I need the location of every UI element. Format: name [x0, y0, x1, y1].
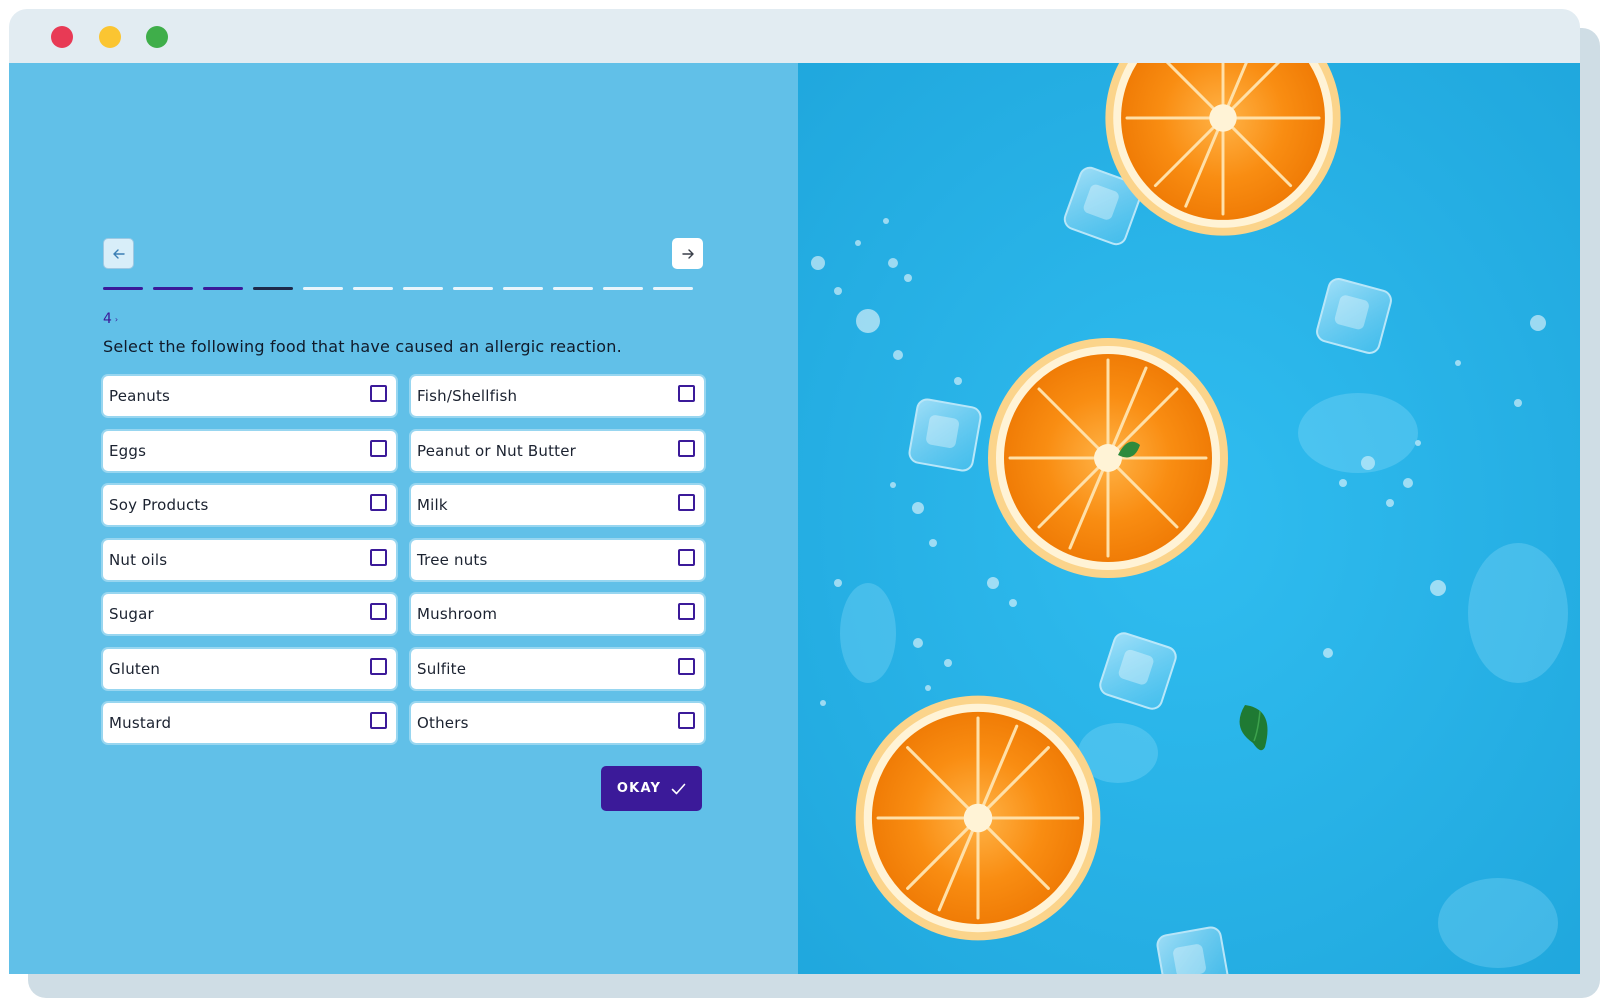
oranges-on-blue-photo	[798, 63, 1580, 974]
browser-window: 4 › Select the following food that have c…	[9, 9, 1580, 974]
option-gluten[interactable]: Gluten	[103, 648, 396, 689]
option-peanut-or-nut-butter[interactable]: Peanut or Nut Butter	[411, 430, 704, 471]
checkbox-icon[interactable]	[370, 657, 387, 675]
option-label: Fish/Shellfish	[417, 387, 518, 405]
checkbox-icon[interactable]	[678, 657, 695, 675]
option-label: Peanuts	[109, 387, 171, 405]
hero-image-panel	[798, 63, 1580, 974]
okay-button[interactable]: OKAY	[601, 766, 702, 811]
option-label: Peanut or Nut Butter	[417, 441, 577, 460]
option-sulfite[interactable]: Sulfite	[411, 648, 704, 689]
checkbox-icon[interactable]	[678, 712, 695, 729]
option-tree-nuts[interactable]: Tree nuts	[411, 539, 704, 580]
option-label: Others	[417, 714, 469, 732]
question-text: Select the following food that have caus…	[103, 337, 622, 356]
option-nut-oils[interactable]: Nut oils	[103, 539, 396, 580]
progress-segment	[353, 287, 393, 290]
previous-question-button[interactable]	[103, 238, 134, 269]
option-others[interactable]: Others	[411, 703, 704, 743]
progress-segment	[503, 287, 543, 290]
progress-segment	[303, 287, 343, 290]
checkbox-icon[interactable]	[370, 603, 387, 620]
option-milk[interactable]: Milk	[411, 485, 704, 525]
checkbox-icon[interactable]	[370, 385, 387, 402]
question-number: 4 ›	[103, 311, 119, 327]
checkbox-icon[interactable]	[370, 548, 387, 566]
option-mustard[interactable]: Mustard	[103, 703, 396, 743]
maximize-window-button[interactable]	[146, 26, 168, 48]
checkbox-icon[interactable]	[370, 494, 387, 511]
checkbox-icon[interactable]	[678, 385, 695, 402]
next-question-button[interactable]	[672, 238, 703, 269]
progress-segment	[153, 287, 193, 290]
checkmark-icon	[671, 783, 686, 794]
option-label: Sulfite	[417, 659, 467, 678]
option-label: Sugar	[109, 605, 154, 623]
checkbox-icon[interactable]	[678, 439, 695, 457]
option-label: Milk	[417, 496, 448, 514]
option-label: Tree nuts	[417, 550, 488, 569]
option-label: Nut oils	[109, 550, 168, 569]
progress-segment	[453, 287, 493, 290]
progress-bar	[103, 287, 703, 291]
progress-segment	[103, 287, 143, 290]
form-panel: 4 › Select the following food that have c…	[9, 63, 798, 974]
title-bar	[9, 9, 1580, 63]
minimize-window-button[interactable]	[99, 26, 121, 48]
okay-button-label: OKAY	[616, 781, 662, 796]
ice-cube	[906, 396, 984, 474]
progress-segment	[553, 287, 593, 290]
progress-segment	[253, 287, 293, 290]
progress-segment	[203, 287, 243, 290]
checkbox-icon[interactable]	[370, 712, 387, 729]
option-eggs[interactable]: Eggs	[103, 430, 396, 471]
option-label: Gluten	[109, 659, 161, 678]
page-content: 4 › Select the following food that have c…	[9, 63, 1580, 974]
checkbox-icon[interactable]	[678, 603, 695, 620]
progress-segment	[603, 287, 643, 290]
progress-segment	[653, 287, 693, 290]
orange-slice	[986, 336, 1230, 580]
option-label: Eggs	[109, 441, 147, 460]
question-arrow-icon: ›	[114, 314, 119, 324]
option-soy-products[interactable]: Soy Products	[103, 485, 396, 525]
close-window-button[interactable]	[51, 26, 73, 48]
option-label: Soy Products	[109, 496, 209, 514]
checkbox-icon[interactable]	[678, 548, 695, 566]
option-label: Mushroom	[417, 605, 498, 623]
checkbox-icon[interactable]	[370, 439, 387, 457]
option-mushroom[interactable]: Mushroom	[411, 594, 704, 634]
option-label: Mustard	[109, 714, 172, 732]
option-fish-shellfish[interactable]: Fish/Shellfish	[411, 376, 704, 416]
option-peanuts[interactable]: Peanuts	[103, 376, 396, 416]
option-sugar[interactable]: Sugar	[103, 594, 396, 634]
checkbox-icon[interactable]	[678, 494, 695, 511]
arrow-left-icon	[112, 248, 125, 259]
orange-slice	[854, 694, 1102, 942]
progress-segment	[403, 287, 443, 290]
arrow-right-icon	[681, 248, 694, 259]
